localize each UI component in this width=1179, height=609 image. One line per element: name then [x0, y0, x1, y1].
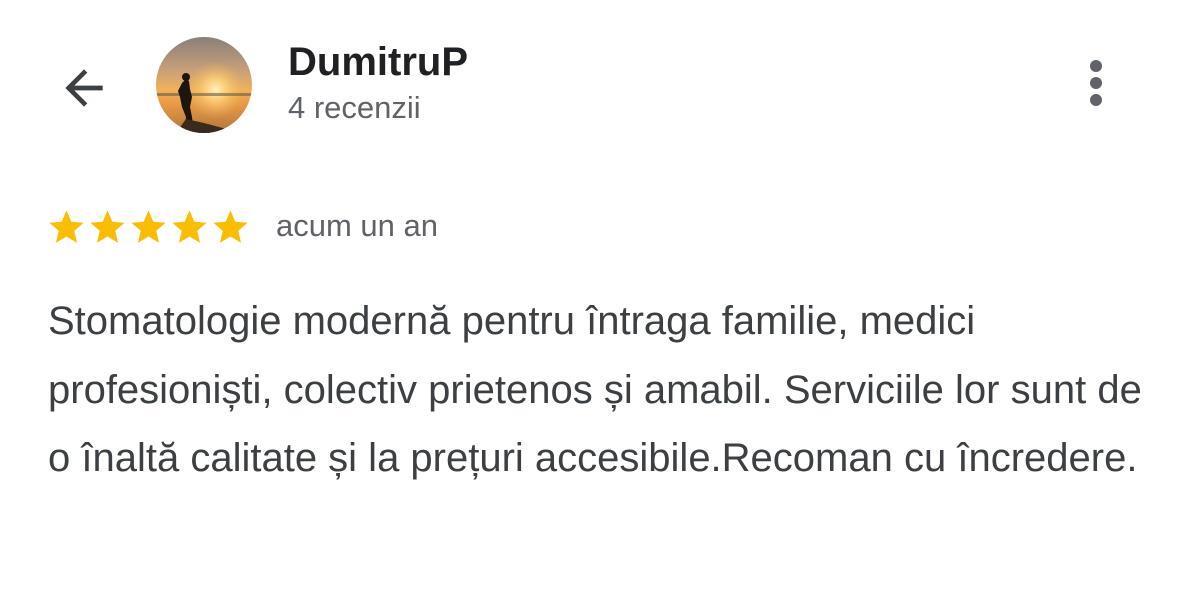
review-text: Stomatologie modernă pentru întraga fami…: [48, 299, 1142, 480]
more-options-button[interactable]: [1064, 52, 1128, 116]
more-vertical-icon: [1090, 60, 1102, 106]
star-icon: [49, 209, 84, 243]
star-rating: [46, 205, 251, 249]
stars-row: [46, 207, 251, 248]
star-icon: [172, 209, 207, 243]
user-name[interactable]: DumitruP: [288, 38, 468, 86]
review-date: acum un an: [276, 208, 438, 243]
avatar[interactable]: [156, 37, 252, 133]
sunset-silhouette-avatar: [156, 37, 252, 133]
arrow-left-icon: [65, 69, 103, 107]
back-button[interactable]: [52, 56, 116, 120]
review-count: 4 recenzii: [288, 90, 421, 125]
star-icon: [213, 209, 248, 243]
star-icon: [90, 209, 125, 243]
star-icon: [131, 209, 166, 243]
